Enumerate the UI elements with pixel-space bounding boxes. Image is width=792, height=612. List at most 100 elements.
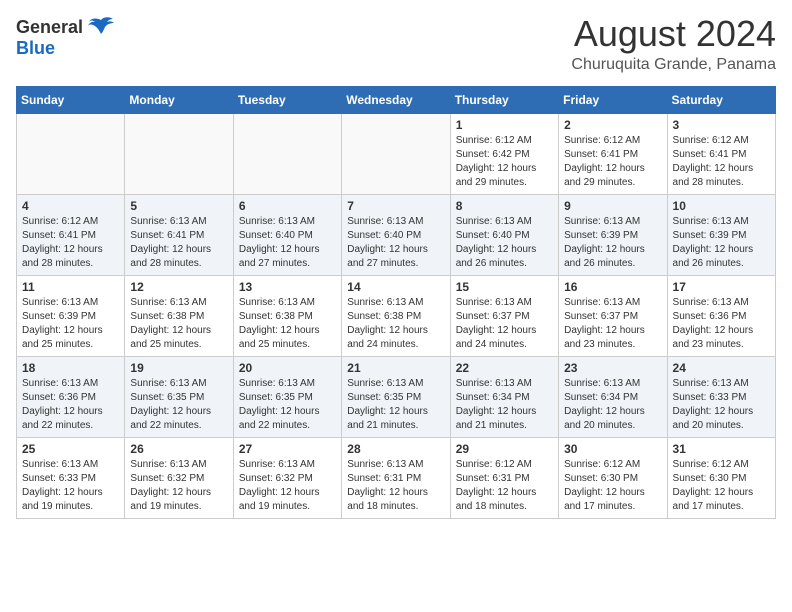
day-info: Sunrise: 6:13 AM Sunset: 6:38 PM Dayligh… bbox=[347, 296, 444, 352]
day-number: 17 bbox=[673, 280, 770, 294]
day-number: 31 bbox=[673, 442, 770, 456]
calendar-cell: 25 Sunrise: 6:13 AM Sunset: 6:33 PM Dayli… bbox=[17, 438, 125, 519]
weekday-header-monday: Monday bbox=[125, 87, 233, 114]
day-info: Sunrise: 6:13 AM Sunset: 6:38 PM Dayligh… bbox=[130, 296, 227, 352]
day-number: 9 bbox=[564, 199, 661, 213]
day-number: 5 bbox=[130, 199, 227, 213]
day-number: 30 bbox=[564, 442, 661, 456]
day-info: Sunrise: 6:13 AM Sunset: 6:36 PM Dayligh… bbox=[673, 296, 770, 352]
calendar-cell: 19 Sunrise: 6:13 AM Sunset: 6:35 PM Dayli… bbox=[125, 357, 233, 438]
day-info: Sunrise: 6:12 AM Sunset: 6:31 PM Dayligh… bbox=[456, 458, 553, 514]
weekday-header-sunday: Sunday bbox=[17, 87, 125, 114]
day-info: Sunrise: 6:13 AM Sunset: 6:32 PM Dayligh… bbox=[239, 458, 336, 514]
day-info: Sunrise: 6:12 AM Sunset: 6:41 PM Dayligh… bbox=[564, 134, 661, 190]
calendar-cell: 18 Sunrise: 6:13 AM Sunset: 6:36 PM Dayli… bbox=[17, 357, 125, 438]
page-header: General Blue August 2024 Churuquita Gran… bbox=[16, 16, 776, 74]
day-number: 7 bbox=[347, 199, 444, 213]
calendar-cell: 16 Sunrise: 6:13 AM Sunset: 6:37 PM Dayli… bbox=[559, 276, 667, 357]
calendar-cell: 2 Sunrise: 6:12 AM Sunset: 6:41 PM Daylig… bbox=[559, 114, 667, 195]
day-number: 29 bbox=[456, 442, 553, 456]
calendar-cell bbox=[125, 114, 233, 195]
day-number: 16 bbox=[564, 280, 661, 294]
calendar-cell: 21 Sunrise: 6:13 AM Sunset: 6:35 PM Dayli… bbox=[342, 357, 450, 438]
day-info: Sunrise: 6:13 AM Sunset: 6:40 PM Dayligh… bbox=[239, 215, 336, 271]
calendar-cell: 7Sunrise: 6:13 AM Sunset: 6:40 PM Daylig… bbox=[342, 195, 450, 276]
calendar-week-1: 1 Sunrise: 6:12 AM Sunset: 6:42 PM Daylig… bbox=[17, 114, 776, 195]
calendar-cell: 22Sunrise: 6:13 AM Sunset: 6:34 PM Dayli… bbox=[450, 357, 558, 438]
day-number: 23 bbox=[564, 361, 661, 375]
calendar-cell: 15 Sunrise: 6:13 AM Sunset: 6:37 PM Dayli… bbox=[450, 276, 558, 357]
day-info: Sunrise: 6:12 AM Sunset: 6:41 PM Dayligh… bbox=[22, 215, 119, 271]
weekday-header-thursday: Thursday bbox=[450, 87, 558, 114]
weekday-header-wednesday: Wednesday bbox=[342, 87, 450, 114]
calendar-cell: 23Sunrise: 6:13 AM Sunset: 6:34 PM Dayli… bbox=[559, 357, 667, 438]
calendar-cell: 27 Sunrise: 6:13 AM Sunset: 6:32 PM Dayli… bbox=[233, 438, 341, 519]
calendar-cell: 4Sunrise: 6:12 AM Sunset: 6:41 PM Daylig… bbox=[17, 195, 125, 276]
calendar-cell: 14Sunrise: 6:13 AM Sunset: 6:38 PM Dayli… bbox=[342, 276, 450, 357]
day-number: 26 bbox=[130, 442, 227, 456]
calendar-week-4: 18 Sunrise: 6:13 AM Sunset: 6:36 PM Dayli… bbox=[17, 357, 776, 438]
day-info: Sunrise: 6:13 AM Sunset: 6:37 PM Dayligh… bbox=[456, 296, 553, 352]
day-number: 12 bbox=[130, 280, 227, 294]
day-number: 20 bbox=[239, 361, 336, 375]
calendar-cell: 8 Sunrise: 6:13 AM Sunset: 6:40 PM Daylig… bbox=[450, 195, 558, 276]
weekday-header-row: SundayMondayTuesdayWednesdayThursdayFrid… bbox=[17, 87, 776, 114]
day-number: 28 bbox=[347, 442, 444, 456]
day-number: 8 bbox=[456, 199, 553, 213]
day-info: Sunrise: 6:13 AM Sunset: 6:33 PM Dayligh… bbox=[673, 377, 770, 433]
calendar-cell: 29 Sunrise: 6:12 AM Sunset: 6:31 PM Dayli… bbox=[450, 438, 558, 519]
day-info: Sunrise: 6:13 AM Sunset: 6:40 PM Dayligh… bbox=[456, 215, 553, 271]
day-number: 24 bbox=[673, 361, 770, 375]
day-info: Sunrise: 6:13 AM Sunset: 6:34 PM Dayligh… bbox=[456, 377, 553, 433]
day-info: Sunrise: 6:13 AM Sunset: 6:33 PM Dayligh… bbox=[22, 458, 119, 514]
day-info: Sunrise: 6:13 AM Sunset: 6:39 PM Dayligh… bbox=[673, 215, 770, 271]
day-info: Sunrise: 6:12 AM Sunset: 6:41 PM Dayligh… bbox=[673, 134, 770, 190]
calendar-cell: 6 Sunrise: 6:13 AM Sunset: 6:40 PM Daylig… bbox=[233, 195, 341, 276]
calendar-cell bbox=[17, 114, 125, 195]
day-info: Sunrise: 6:13 AM Sunset: 6:36 PM Dayligh… bbox=[22, 377, 119, 433]
calendar-cell: 30 Sunrise: 6:12 AM Sunset: 6:30 PM Dayli… bbox=[559, 438, 667, 519]
calendar-cell: 5 Sunrise: 6:13 AM Sunset: 6:41 PM Daylig… bbox=[125, 195, 233, 276]
day-info: Sunrise: 6:13 AM Sunset: 6:37 PM Dayligh… bbox=[564, 296, 661, 352]
day-number: 15 bbox=[456, 280, 553, 294]
calendar-week-2: 4Sunrise: 6:12 AM Sunset: 6:41 PM Daylig… bbox=[17, 195, 776, 276]
logo-blue-text: Blue bbox=[16, 38, 55, 59]
calendar-cell: 17 Sunrise: 6:13 AM Sunset: 6:36 PM Dayli… bbox=[667, 276, 775, 357]
day-info: Sunrise: 6:12 AM Sunset: 6:30 PM Dayligh… bbox=[564, 458, 661, 514]
weekday-header-tuesday: Tuesday bbox=[233, 87, 341, 114]
weekday-header-friday: Friday bbox=[559, 87, 667, 114]
calendar-cell: 28 Sunrise: 6:13 AM Sunset: 6:31 PM Dayli… bbox=[342, 438, 450, 519]
day-info: Sunrise: 6:13 AM Sunset: 6:35 PM Dayligh… bbox=[347, 377, 444, 433]
calendar-cell: 24 Sunrise: 6:13 AM Sunset: 6:33 PM Dayli… bbox=[667, 357, 775, 438]
day-number: 21 bbox=[347, 361, 444, 375]
calendar-cell bbox=[342, 114, 450, 195]
calendar-cell bbox=[233, 114, 341, 195]
calendar-cell: 31Sunrise: 6:12 AM Sunset: 6:30 PM Dayli… bbox=[667, 438, 775, 519]
day-number: 10 bbox=[673, 199, 770, 213]
day-number: 18 bbox=[22, 361, 119, 375]
day-info: Sunrise: 6:12 AM Sunset: 6:42 PM Dayligh… bbox=[456, 134, 553, 190]
day-number: 3 bbox=[673, 118, 770, 132]
day-info: Sunrise: 6:13 AM Sunset: 6:39 PM Dayligh… bbox=[564, 215, 661, 271]
calendar-cell: 9 Sunrise: 6:13 AM Sunset: 6:39 PM Daylig… bbox=[559, 195, 667, 276]
day-number: 27 bbox=[239, 442, 336, 456]
day-number: 1 bbox=[456, 118, 553, 132]
logo-bird-icon bbox=[87, 16, 115, 38]
day-info: Sunrise: 6:13 AM Sunset: 6:35 PM Dayligh… bbox=[130, 377, 227, 433]
day-number: 25 bbox=[22, 442, 119, 456]
day-info: Sunrise: 6:13 AM Sunset: 6:31 PM Dayligh… bbox=[347, 458, 444, 514]
weekday-header-saturday: Saturday bbox=[667, 87, 775, 114]
day-number: 2 bbox=[564, 118, 661, 132]
title-block: August 2024 Churuquita Grande, Panama bbox=[571, 16, 776, 74]
calendar-table: SundayMondayTuesdayWednesdayThursdayFrid… bbox=[16, 86, 776, 519]
calendar-week-5: 25 Sunrise: 6:13 AM Sunset: 6:33 PM Dayli… bbox=[17, 438, 776, 519]
day-info: Sunrise: 6:13 AM Sunset: 6:41 PM Dayligh… bbox=[130, 215, 227, 271]
day-number: 19 bbox=[130, 361, 227, 375]
calendar-cell: 3 Sunrise: 6:12 AM Sunset: 6:41 PM Daylig… bbox=[667, 114, 775, 195]
calendar-cell: 10 Sunrise: 6:13 AM Sunset: 6:39 PM Dayli… bbox=[667, 195, 775, 276]
month-year-title: August 2024 bbox=[571, 16, 776, 52]
location-title: Churuquita Grande, Panama bbox=[571, 56, 776, 74]
day-number: 6 bbox=[239, 199, 336, 213]
day-info: Sunrise: 6:13 AM Sunset: 6:39 PM Dayligh… bbox=[22, 296, 119, 352]
calendar-cell: 1 Sunrise: 6:12 AM Sunset: 6:42 PM Daylig… bbox=[450, 114, 558, 195]
